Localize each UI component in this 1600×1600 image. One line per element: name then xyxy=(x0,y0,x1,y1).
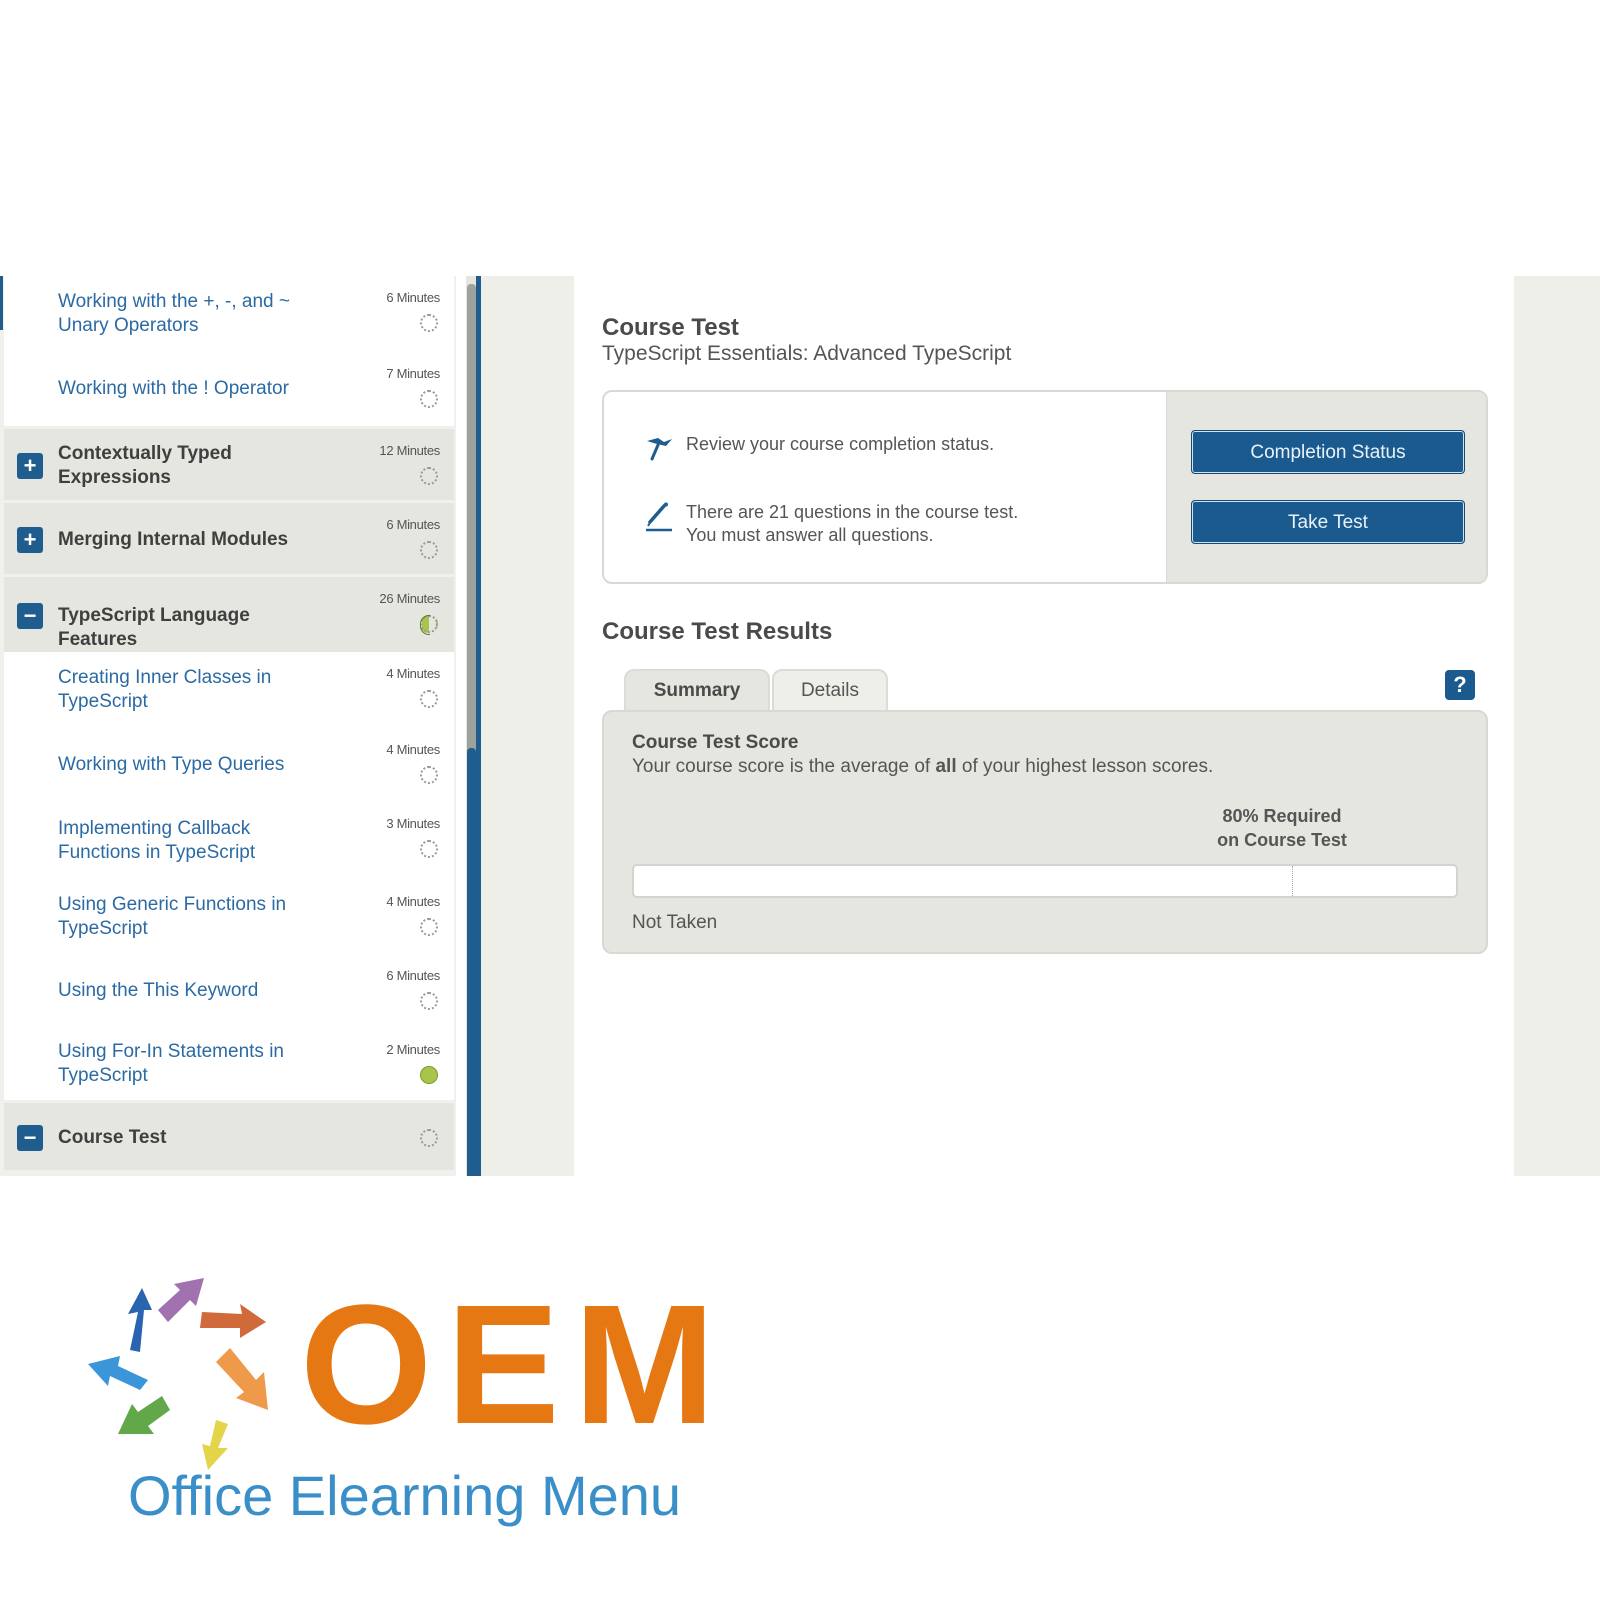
oem-logo: OEM Office Elearning Menu xyxy=(80,1270,730,1540)
not-started-status-icon xyxy=(420,314,438,332)
page-title: Course Test xyxy=(602,314,739,341)
duration-label: 4 Minutes xyxy=(386,666,440,681)
course-outline-sidebar: Working with the +, -, and ~ Unary Opera… xyxy=(0,276,456,1176)
collapse-icon[interactable]: − xyxy=(17,1125,43,1151)
not-started-status-icon xyxy=(420,918,438,936)
score-description: Your course score is the average of all … xyxy=(632,756,1214,777)
lesson-row[interactable]: Creating Inner Classes in TypeScript 4 Mi… xyxy=(4,652,454,728)
test-status: Not Taken xyxy=(632,912,718,933)
module-title[interactable]: Contextually Typed Expressions xyxy=(58,442,318,490)
completion-status-button[interactable]: Completion Status xyxy=(1191,430,1465,474)
results-summary-panel: Course Test Score Your course score is t… xyxy=(602,710,1488,954)
completed-status-icon xyxy=(420,1066,438,1084)
duration-label: 4 Minutes xyxy=(386,894,440,909)
lesson-link[interactable]: Working with the ! Operator xyxy=(58,377,318,401)
score-title: Course Test Score xyxy=(632,732,799,753)
module-title[interactable]: TypeScript Language Features xyxy=(58,604,318,652)
expand-icon[interactable]: + xyxy=(17,453,43,479)
logo-tagline: Office Elearning Menu xyxy=(128,1464,682,1527)
module-row[interactable]: + Merging Internal Modules 6 Minutes xyxy=(4,500,454,574)
module-title[interactable]: Merging Internal Modules xyxy=(58,528,318,552)
lesson-row[interactable]: Working with the +, -, and ~ Unary Opera… xyxy=(4,276,454,352)
module-title[interactable]: Course Test xyxy=(58,1126,318,1150)
flag-icon xyxy=(644,434,674,462)
module-row[interactable]: + Contextually Typed Expressions 12 Minute… xyxy=(4,426,454,500)
not-started-status-icon xyxy=(420,467,438,485)
duration-label: 4 Minutes xyxy=(386,742,440,757)
not-started-status-icon xyxy=(420,992,438,1010)
not-started-status-icon xyxy=(420,390,438,408)
pencil-icon xyxy=(644,502,674,532)
left-gutter xyxy=(481,276,574,1176)
duration-label: 2 Minutes xyxy=(386,1042,440,1057)
lesson-row[interactable]: Implementing Callback Functions in TypeS… xyxy=(4,802,454,880)
lesson-link[interactable]: Working with the +, -, and ~ Unary Opera… xyxy=(58,290,318,338)
lesson-link[interactable]: Using For-In Statements in TypeScript xyxy=(58,1040,318,1088)
duration-label: 6 Minutes xyxy=(386,517,440,532)
lesson-link[interactable]: Working with Type Queries xyxy=(58,753,318,777)
duration-label: 26 Minutes xyxy=(379,591,440,606)
course-test-info-card: Review your course completion status. Th… xyxy=(602,390,1488,584)
expand-icon[interactable]: + xyxy=(17,527,43,553)
duration-label: 6 Minutes xyxy=(386,968,440,983)
sidebar-scroll-position[interactable] xyxy=(467,748,476,1176)
logo-wordmark: OEM xyxy=(300,1270,730,1460)
main-content: Course Test TypeScript Essentials: Advan… xyxy=(574,276,1514,1176)
course-subtitle: TypeScript Essentials: Advanced TypeScri… xyxy=(602,342,1012,365)
in-progress-status-icon xyxy=(420,615,438,635)
sidebar-scrollbar-thumb[interactable] xyxy=(467,284,476,754)
right-gutter xyxy=(1514,276,1600,1176)
lesson-row[interactable]: Working with the ! Operator 7 Minutes xyxy=(4,352,454,426)
required-score-label: 80% Required on Course Test xyxy=(1217,806,1347,850)
duration-label: 12 Minutes xyxy=(379,443,440,458)
duration-label: 6 Minutes xyxy=(386,290,440,305)
take-test-button[interactable]: Take Test xyxy=(1191,500,1465,544)
not-started-status-icon xyxy=(420,1129,438,1147)
lesson-row[interactable]: Using the This Keyword 6 Minutes xyxy=(4,954,454,1028)
active-indicator xyxy=(0,276,3,330)
not-started-status-icon xyxy=(420,766,438,784)
results-heading: Course Test Results xyxy=(602,618,833,645)
lesson-link[interactable]: Implementing Callback Functions in TypeS… xyxy=(58,817,318,865)
required-score-marker xyxy=(1291,866,1293,896)
tab-details[interactable]: Details xyxy=(772,669,888,711)
outline-list: Working with the +, -, and ~ Unary Opera… xyxy=(4,276,454,1170)
duration-label: 7 Minutes xyxy=(386,366,440,381)
collapse-icon[interactable]: − xyxy=(17,603,43,629)
lesson-row[interactable]: Working with Type Queries 4 Minutes xyxy=(4,728,454,802)
tab-summary[interactable]: Summary xyxy=(624,669,770,713)
duration-label: 3 Minutes xyxy=(386,816,440,831)
lesson-link[interactable]: Using Generic Functions in TypeScript xyxy=(58,893,318,941)
not-started-status-icon xyxy=(420,840,438,858)
module-row[interactable]: − Course Test xyxy=(4,1100,454,1170)
help-icon[interactable]: ? xyxy=(1445,670,1475,700)
lesson-row[interactable]: Using For-In Statements in TypeScript 2 M… xyxy=(4,1028,454,1100)
lesson-link[interactable]: Creating Inner Classes in TypeScript xyxy=(58,666,318,714)
arrows-logo-icon xyxy=(88,1278,268,1470)
score-progress-bar xyxy=(632,864,1458,898)
lesson-row[interactable]: Using Generic Functions in TypeScript 4 M… xyxy=(4,880,454,954)
not-started-status-icon xyxy=(420,541,438,559)
actions-panel: Completion Status Take Test xyxy=(1166,392,1486,582)
lesson-link[interactable]: Using the This Keyword xyxy=(58,979,318,1003)
not-started-status-icon xyxy=(420,690,438,708)
module-row[interactable]: − TypeScript Language Features 26 Minutes xyxy=(4,574,454,652)
